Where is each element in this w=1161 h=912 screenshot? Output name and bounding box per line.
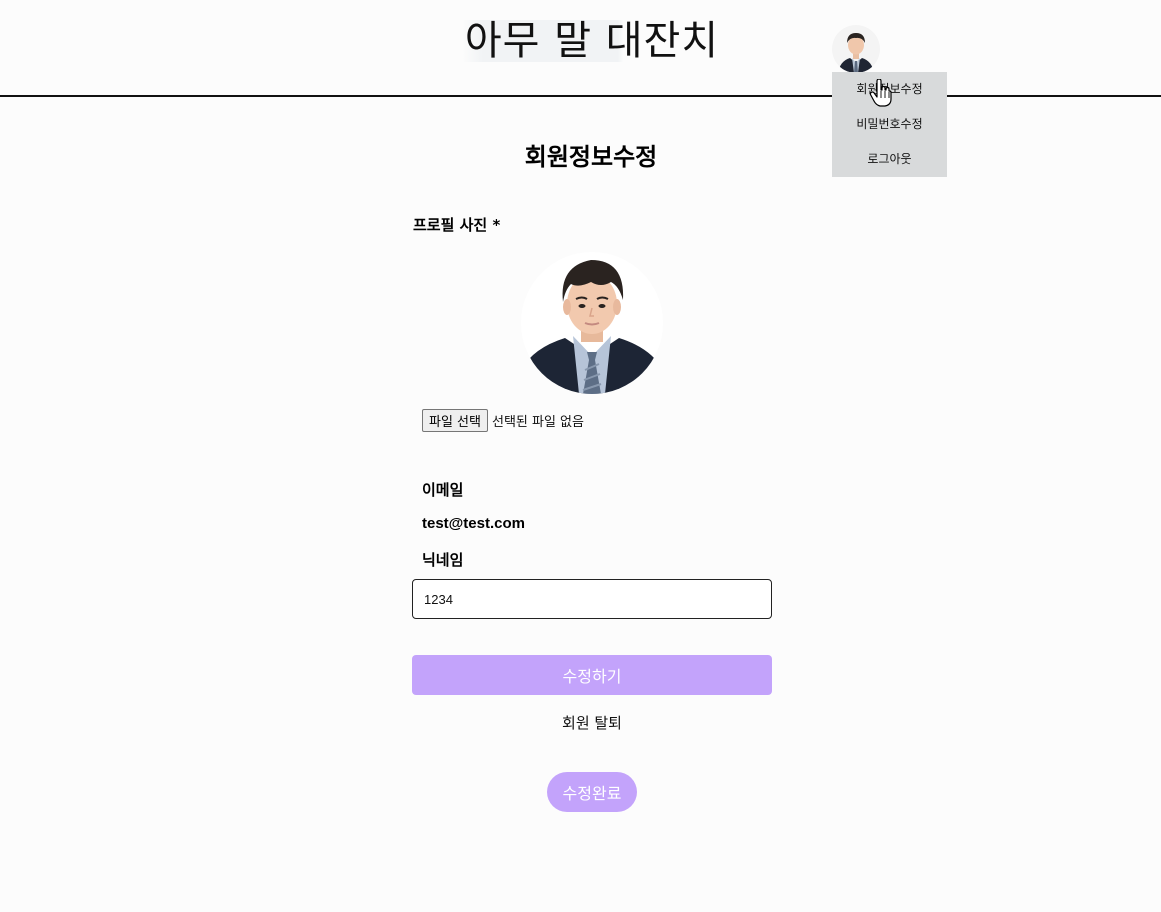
menu-item-logout[interactable]: 로그아웃 — [832, 142, 947, 177]
file-input-row: 파일 선택 선택된 파일 없음 — [422, 409, 584, 432]
done-button[interactable]: 수정완료 — [547, 772, 637, 812]
user-avatar-icon — [832, 25, 880, 73]
header: 아무 말 대잔치 — [0, 0, 1161, 97]
profile-photo[interactable] — [521, 252, 663, 394]
profile-photo-label: 프로필 사진 * — [413, 216, 501, 234]
email-label: 이메일 — [422, 481, 464, 499]
withdraw-link[interactable]: 회원 탈퇴 — [412, 712, 772, 733]
hand-pointer-icon — [869, 79, 892, 107]
nickname-input[interactable] — [412, 579, 772, 619]
page-title: 회원정보수정 — [524, 143, 658, 171]
file-status-text: 선택된 파일 없음 — [491, 415, 584, 430]
header-avatar[interactable] — [832, 25, 880, 73]
profile-photo-image — [521, 252, 663, 394]
menu-item-change-password[interactable]: 비밀번호수정 — [832, 107, 947, 142]
page: 아무 말 대잔치 회원정보수정 비밀번호수정 로그아웃 회원정보수정 프로필 사… — [0, 0, 1161, 912]
submit-button[interactable]: 수정하기 — [412, 655, 772, 695]
nickname-label: 닉네임 — [422, 551, 464, 569]
file-select-button[interactable]: 파일 선택 — [422, 409, 488, 432]
email-value: test@test.com — [422, 515, 525, 532]
site-title[interactable]: 아무 말 대잔치 — [462, 20, 722, 62]
